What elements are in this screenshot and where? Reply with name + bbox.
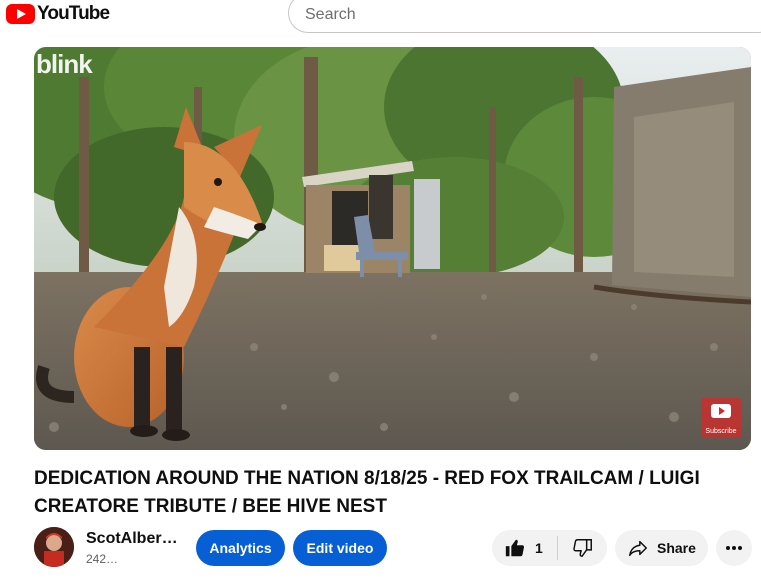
video-frame	[34, 47, 751, 450]
dislike-button[interactable]	[558, 530, 607, 566]
share-label: Share	[657, 540, 696, 556]
share-icon	[629, 540, 647, 557]
youtube-logo[interactable]: YouTube	[6, 3, 110, 25]
analytics-button[interactable]: Analytics	[196, 530, 285, 566]
more-actions-button[interactable]	[716, 530, 752, 566]
more-icon	[726, 546, 742, 550]
subscribe-watermark-label: Subscribe	[705, 428, 737, 435]
blink-watermark: blink	[36, 49, 93, 79]
subscriber-count: 242…	[86, 552, 119, 566]
logo-text: YouTube	[37, 3, 110, 24]
thumbs-up-icon	[505, 539, 525, 557]
share-button[interactable]: Share	[615, 530, 708, 566]
video-player[interactable]: blink Subscribe	[34, 47, 751, 450]
search-input[interactable]	[305, 4, 745, 26]
youtube-subscribe-icon	[711, 404, 731, 418]
masthead: YouTube	[0, 0, 761, 34]
channel-name[interactable]: ScotAlber…	[86, 530, 178, 548]
search-box[interactable]	[288, 0, 761, 33]
thumbs-down-icon	[572, 539, 592, 557]
avatar-image	[34, 527, 74, 567]
youtube-logo-icon	[6, 4, 35, 24]
like-button[interactable]: 1	[492, 530, 557, 566]
like-dislike-group: 1	[492, 530, 607, 566]
subscribe-watermark[interactable]: Subscribe	[701, 398, 741, 438]
video-title: DEDICATION AROUND THE NATION 8/18/25 - R…	[34, 468, 700, 517]
edit-video-button[interactable]: Edit video	[293, 530, 387, 566]
like-count: 1	[535, 540, 543, 556]
channel-avatar[interactable]	[34, 527, 74, 567]
